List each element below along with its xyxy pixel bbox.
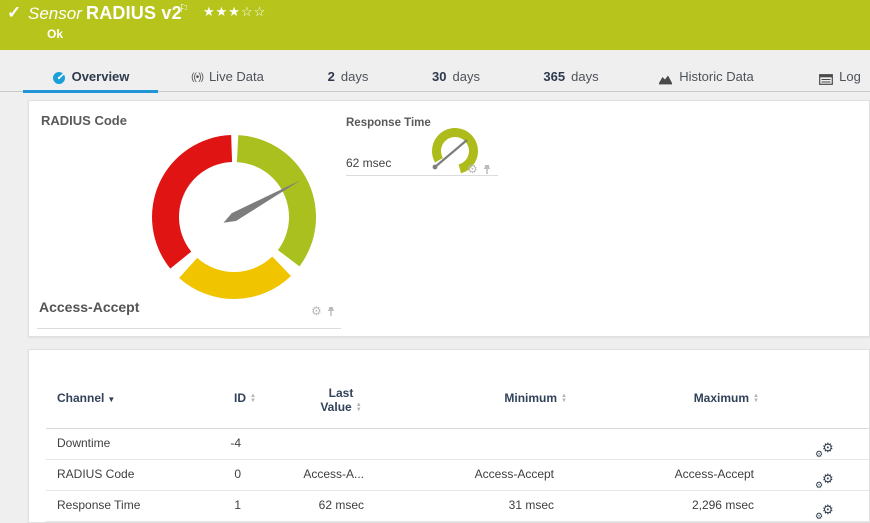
- page-title: RADIUS v2: [86, 3, 182, 23]
- column-header-last-value-line1[interactable]: Last: [291, 386, 391, 400]
- cell-channel[interactable]: Response Time: [57, 490, 140, 521]
- response-time-settings-gear-icon[interactable]: ⚙: [467, 163, 478, 175]
- log-list-icon: [819, 74, 834, 85]
- tab-live-data-label: Live Data: [208, 69, 264, 84]
- column-header-id[interactable]: ID ▲ ▼: [156, 391, 256, 405]
- cell-id: 1: [234, 498, 241, 512]
- tab-overview-label: Overview: [71, 69, 130, 84]
- radius-code-value-label: Access-Accept: [39, 299, 140, 315]
- sensor-status-badge: Ok: [47, 27, 64, 41]
- cell-minimum: 31 msec: [508, 498, 554, 512]
- response-time-pin-icon[interactable]: [482, 164, 492, 175]
- column-header-maximum[interactable]: Maximum ▲ ▼: [619, 391, 759, 405]
- live-data-icon: ((•)): [191, 72, 204, 83]
- priority-stars[interactable]: ★★★☆☆: [203, 4, 266, 20]
- sorted-desc-icon: ▼: [107, 395, 116, 404]
- gears-icon: ⚙ ⚙: [815, 440, 834, 459]
- tab-historic-data[interactable]: Historic Data: [648, 50, 764, 92]
- cell-channel[interactable]: Downtime: [57, 428, 110, 459]
- tab-2-days-label: days: [340, 69, 369, 84]
- cell-maximum: Access-Accept: [674, 467, 754, 481]
- cell-id: -4: [230, 436, 241, 450]
- gauges-panel: RADIUS Code Access-Accept ⚙ Response Tim…: [28, 100, 870, 337]
- radius-code-divider: [37, 328, 341, 329]
- gauge-segment-warning: [179, 256, 291, 299]
- column-header-last-value-line2[interactable]: Value ▲ ▼: [291, 400, 391, 414]
- row-divider: [46, 521, 869, 522]
- mini-gauge-needle-tip: [432, 164, 438, 170]
- gauge-needle-pivot: [229, 212, 239, 222]
- tab-bar: Overview ((•)) Live Data 2 days 30 days …: [0, 50, 870, 93]
- tab-30-days-label: days: [452, 69, 480, 84]
- stars-empty[interactable]: ☆☆: [241, 4, 266, 19]
- cell-channel[interactable]: RADIUS Code: [57, 459, 134, 490]
- cell-minimum: Access-Accept: [474, 467, 554, 481]
- tab-30-days-number: 30: [432, 69, 447, 84]
- tab-log-label: Log: [839, 69, 861, 84]
- tab-historic-data-label: Historic Data: [679, 69, 754, 84]
- stars-filled[interactable]: ★★★: [203, 4, 241, 19]
- sort-icon: ▲ ▼: [250, 392, 256, 404]
- sensor-type-label: Sensor: [28, 4, 82, 23]
- tab-log[interactable]: Log: [812, 50, 868, 92]
- cell-last-value: 62 msec: [318, 498, 364, 512]
- tab-overview[interactable]: Overview: [23, 50, 158, 93]
- tab-365-days-number: 365: [543, 69, 566, 84]
- priority-flag-icon[interactable]: ⚐: [179, 2, 189, 15]
- gears-icon: ⚙ ⚙: [815, 502, 834, 521]
- gauge-segment-error: [152, 135, 233, 269]
- status-ok-check-icon: ✓: [7, 3, 22, 22]
- channel-settings-button[interactable]: ⚙ ⚙: [815, 428, 841, 459]
- sort-icon: ▲ ▼: [355, 401, 362, 413]
- column-header-minimum[interactable]: Minimum ▲ ▼: [427, 391, 567, 405]
- sort-icon: ▲ ▼: [561, 392, 567, 404]
- channels-table-panel: Channel ▼ ID ▲ ▼ Last Value ▲ ▼ Minimum ▲ ▼ Max…: [28, 349, 870, 523]
- tab-2-days[interactable]: 2 days: [318, 50, 378, 92]
- column-header-channel[interactable]: Channel ▼: [57, 391, 115, 405]
- response-time-gauge-title: Response Time: [346, 117, 431, 129]
- table-row-downtime: Downtime -4 ⚙ ⚙: [29, 428, 869, 459]
- channel-settings-button[interactable]: ⚙ ⚙: [815, 490, 841, 521]
- radius-code-gauge: [152, 135, 317, 299]
- table-row-radius-code: RADIUS Code 0 Access-A... Access-Accept …: [29, 459, 869, 490]
- radius-code-pin-icon[interactable]: [326, 306, 336, 317]
- prtg-sensor-page: ✓ Sensor RADIUS v2 ⚐ ★★★☆☆ Ok Overview (…: [0, 0, 870, 523]
- cell-last-value: Access-A...: [303, 467, 364, 481]
- sort-icon: ▲ ▼: [753, 392, 759, 404]
- cell-id: 0: [234, 467, 241, 481]
- gauge-icon: [52, 72, 65, 84]
- tab-365-days[interactable]: 365 days: [536, 50, 606, 92]
- gears-icon: ⚙ ⚙: [815, 471, 834, 490]
- gauge-segment-ok: [236, 135, 317, 267]
- response-time-divider: [346, 175, 498, 176]
- tab-365-days-label: days: [571, 69, 599, 84]
- area-chart-icon: [659, 75, 673, 85]
- cell-maximum: 2,296 msec: [691, 498, 754, 512]
- sensor-header: ✓ Sensor RADIUS v2 ⚐ ★★★☆☆ Ok: [0, 0, 870, 50]
- channel-settings-button[interactable]: ⚙ ⚙: [815, 459, 841, 490]
- response-time-value-label: 62 msec: [346, 156, 392, 170]
- tab-30-days[interactable]: 30 days: [425, 50, 487, 92]
- radius-code-settings-gear-icon[interactable]: ⚙: [311, 305, 322, 317]
- tab-2-days-number: 2: [327, 69, 335, 84]
- tab-live-data[interactable]: ((•)) Live Data: [180, 50, 275, 92]
- radius-code-gauge-title: RADIUS Code: [41, 113, 127, 128]
- table-row-response-time: Response Time 1 62 msec 31 msec 2,296 ms…: [29, 490, 869, 521]
